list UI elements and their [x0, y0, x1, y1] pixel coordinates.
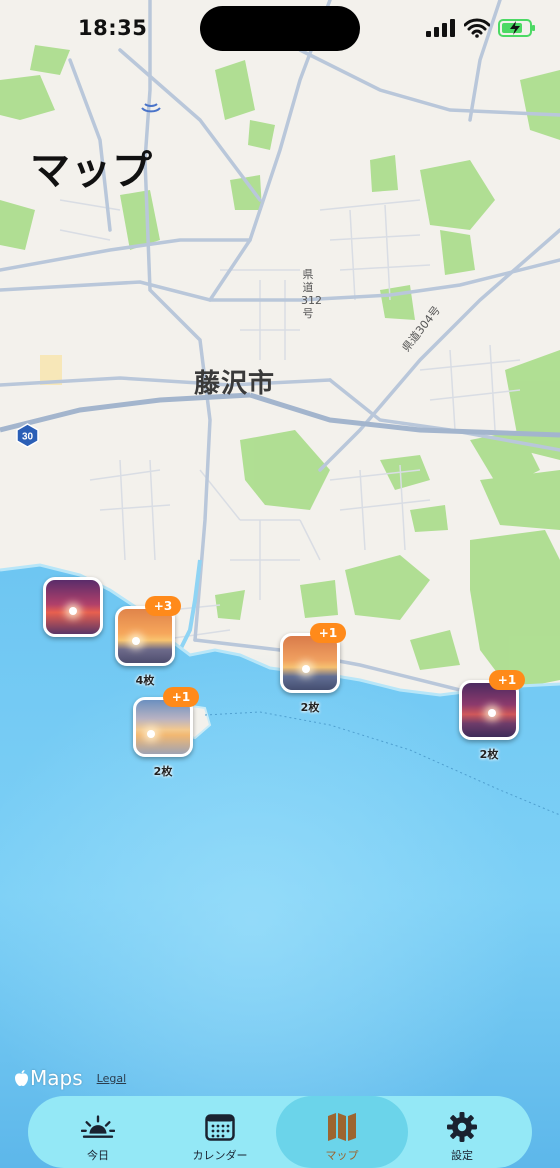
tab-map[interactable]: マップ — [276, 1096, 408, 1168]
tab-today[interactable]: 今日 — [48, 1096, 148, 1168]
photo-pin[interactable]: +1 2枚 — [280, 623, 346, 714]
photo-pin[interactable]: +1 2枚 — [133, 687, 199, 778]
photo-count-badge: +1 — [489, 670, 525, 690]
cellular-signal-icon — [426, 19, 455, 37]
road-label-312: 県道312号 — [301, 268, 322, 320]
status-time: 18:35 — [78, 16, 148, 40]
photo-count-badge: +3 — [145, 596, 181, 616]
tab-map-label: マップ — [325, 1149, 359, 1162]
battery-charging-icon — [498, 19, 535, 37]
tab-calendar-label: カレンダー — [192, 1149, 248, 1162]
dynamic-island — [200, 6, 360, 51]
photo-pin[interactable]: +1 2枚 — [459, 670, 525, 761]
photo-count-badge: +1 — [310, 623, 346, 643]
wifi-icon — [464, 18, 490, 38]
status-icons — [426, 18, 536, 38]
gear-icon — [445, 1112, 479, 1142]
photo-count-label: 4枚 — [135, 674, 155, 687]
tab-settings-label: 設定 — [451, 1149, 473, 1162]
photo-count-label: 2枚 — [300, 701, 320, 714]
tab-bar: 今日 カレンダー マップ 設定 — [28, 1096, 532, 1168]
photo-pin[interactable]: +3 4枚 — [115, 596, 181, 687]
maps-logo-text: Maps — [30, 1066, 83, 1090]
status-bar: 18:35 — [0, 0, 560, 58]
photo-count-label: 2枚 — [153, 765, 173, 778]
city-label: 藤沢市 — [194, 369, 276, 399]
photo-count-label: 2枚 — [479, 748, 499, 761]
legal-link[interactable]: Legal — [97, 1072, 126, 1085]
tab-calendar[interactable]: カレンダー — [158, 1096, 282, 1168]
route-shield-number: 30 — [22, 432, 34, 443]
maps-attribution: Maps Legal — [14, 1066, 126, 1090]
map-icon — [325, 1112, 359, 1142]
photo-thumbnail — [43, 577, 103, 637]
apple-logo-icon — [15, 1070, 28, 1086]
tab-today-label: 今日 — [87, 1149, 109, 1162]
sunrise-icon — [81, 1112, 115, 1142]
photo-count-badge: +1 — [163, 687, 199, 707]
tab-settings[interactable]: 設定 — [412, 1096, 512, 1168]
apple-maps-logo: Maps — [14, 1066, 83, 1090]
calendar-icon — [203, 1112, 237, 1142]
photo-pin[interactable] — [43, 577, 103, 637]
page-title: マップ — [30, 148, 153, 194]
route-shield-icon: 30 — [16, 423, 39, 448]
